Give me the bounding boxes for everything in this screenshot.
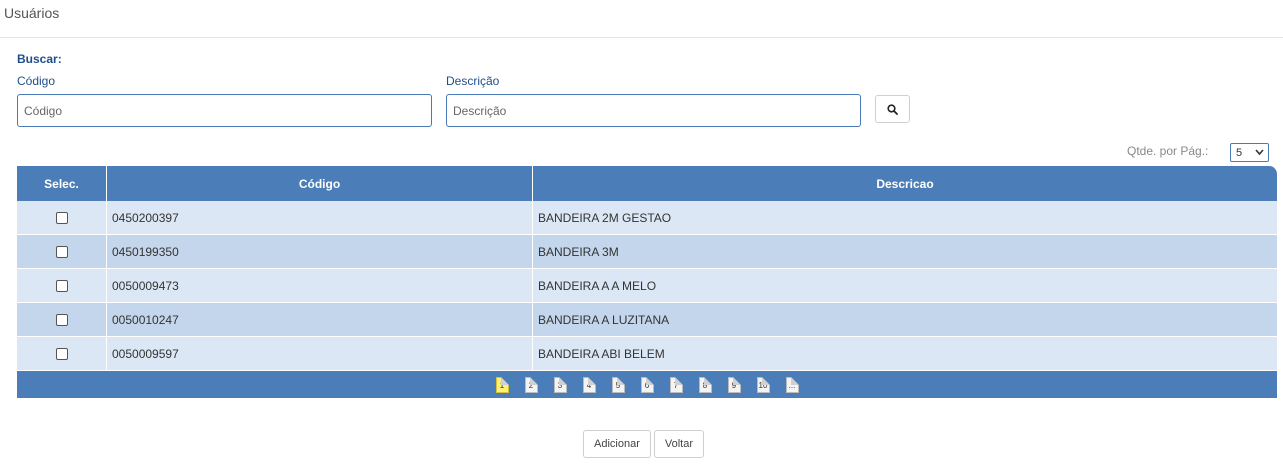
row-codigo: 0050010247 (107, 303, 533, 336)
search-icon (887, 103, 898, 115)
row-select-cell (17, 303, 107, 336)
page-link-4[interactable]: 4 (582, 376, 596, 393)
page-link-5[interactable]: 5 (611, 376, 625, 393)
column-header-selec[interactable]: Selec. (17, 166, 107, 201)
page-link-1[interactable]: 1 (495, 376, 509, 393)
row-select-cell (17, 235, 107, 268)
row-checkbox[interactable] (55, 313, 68, 326)
form-actions: Adicionar Voltar (583, 430, 704, 458)
per-page-value: 5 (1236, 146, 1243, 159)
table-row[interactable]: 0050009597 BANDEIRA ABI BELEM (17, 337, 1277, 371)
row-descricao: BANDEIRA A LUZITANA (538, 312, 670, 327)
per-page-select[interactable]: 5 (1230, 143, 1269, 162)
row-checkbox[interactable] (55, 279, 68, 292)
back-button[interactable]: Voltar (653, 430, 704, 458)
page-link-10[interactable]: 10 (756, 376, 770, 393)
table-row[interactable]: 0450199350 BANDEIRA 3M (17, 235, 1277, 269)
page-link-3[interactable]: 3 (553, 376, 567, 393)
title-divider (0, 37, 1283, 38)
row-descricao: BANDEIRA A A MELO (538, 278, 657, 293)
page-link-more[interactable]: ... (785, 376, 799, 393)
per-page-label: Qtde. por Pág.: (1127, 144, 1209, 158)
results-table: Selec. Código Descricao 0450200397 BANDE… (17, 166, 1277, 398)
descricao-input[interactable] (446, 94, 861, 127)
table-row[interactable]: 0450200397 BANDEIRA 2M GESTAO (17, 201, 1277, 235)
row-codigo: 0050009473 (107, 269, 533, 302)
row-checkbox[interactable] (55, 245, 68, 258)
row-codigo: 0050009597 (107, 337, 533, 370)
search-button[interactable] (875, 95, 910, 123)
row-descricao: BANDEIRA ABI BELEM (538, 346, 665, 361)
row-select-cell (17, 201, 107, 234)
row-codigo: 0450200397 (107, 201, 533, 234)
row-descricao: BANDEIRA 3M (538, 244, 619, 259)
page-link-9[interactable]: 9 (727, 376, 741, 393)
page-link-2[interactable]: 2 (524, 376, 538, 393)
page-link-8[interactable]: 8 (698, 376, 712, 393)
page-link-7[interactable]: 7 (669, 376, 683, 393)
table-row[interactable]: 0050009473 BANDEIRA A A MELO (17, 269, 1277, 303)
codigo-input[interactable] (17, 94, 432, 127)
pagination-bar: 1 2 3 4 5 6 7 8 9 10 ... (17, 371, 1277, 398)
table-header: Selec. Código Descricao (17, 166, 1277, 201)
table-row[interactable]: 0050010247 BANDEIRA A LUZITANA (17, 303, 1277, 337)
column-header-codigo[interactable]: Código (107, 166, 533, 201)
row-select-cell (17, 337, 107, 370)
page-title: Usuários (4, 5, 60, 21)
add-button[interactable]: Adicionar (583, 430, 651, 458)
codigo-label: Código (17, 74, 56, 88)
row-descricao: BANDEIRA 2M GESTAO (538, 210, 672, 225)
chevron-down-icon (1255, 149, 1264, 156)
column-header-descricao[interactable]: Descricao (533, 166, 1277, 201)
row-checkbox[interactable] (55, 211, 68, 224)
row-select-cell (17, 269, 107, 302)
row-checkbox[interactable] (55, 347, 68, 360)
descricao-label: Descrição (446, 74, 500, 88)
search-heading: Buscar: (17, 52, 62, 66)
page-link-6[interactable]: 6 (640, 376, 654, 393)
row-codigo: 0450199350 (107, 235, 533, 268)
